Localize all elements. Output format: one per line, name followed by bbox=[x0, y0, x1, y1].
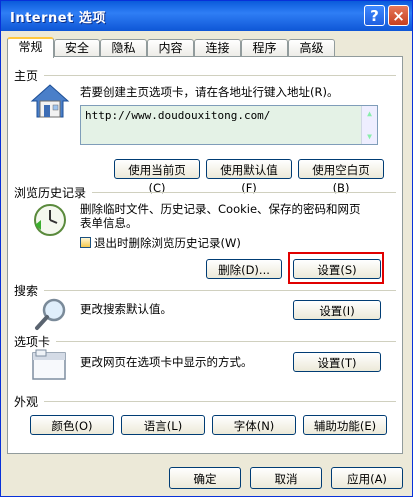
cancel-button[interactable]: 取消 bbox=[250, 467, 322, 489]
colors-button[interactable]: 颜色(O) bbox=[30, 415, 114, 435]
homepage-url-input[interactable]: http://www.doudouxitong.com/ ▲ ▼ bbox=[80, 105, 378, 145]
highlight-frame bbox=[288, 252, 384, 284]
tabs-icon bbox=[32, 349, 66, 380]
close-button[interactable]: × bbox=[388, 5, 409, 26]
history-section-label: 浏览历史记录 bbox=[14, 186, 87, 200]
tabs-divider bbox=[56, 341, 396, 342]
delete-history-button[interactable]: 删除(D)... bbox=[206, 259, 282, 279]
tab-security[interactable]: 安全 bbox=[54, 39, 100, 57]
homepage-description: 若要创建主页选项卡，请在各地址行键入地址(R)。 bbox=[80, 85, 339, 99]
history-divider bbox=[92, 192, 396, 193]
use-current-button[interactable]: 使用当前页(C) bbox=[114, 159, 200, 195]
tab-privacy[interactable]: 隐私 bbox=[100, 39, 147, 57]
fonts-button[interactable]: 字体(N) bbox=[212, 415, 296, 435]
apply-button[interactable]: 应用(A) bbox=[331, 467, 403, 489]
scroll-down-icon[interactable]: ▼ bbox=[362, 129, 377, 144]
history-description-line2: 表单信息。 bbox=[80, 216, 138, 230]
homepage-url-text: http://www.doudouxitong.com/ bbox=[85, 109, 271, 122]
magnifier-icon bbox=[35, 298, 66, 330]
help-button[interactable]: ? bbox=[364, 5, 385, 26]
tab-content[interactable]: 内容 bbox=[147, 39, 194, 57]
tab-general[interactable]: 常规 bbox=[7, 37, 54, 58]
internet-options-dialog: Internet 选项 ? × 常规 安全 隐私 内容 连接 程序 高级 主页 … bbox=[0, 0, 413, 497]
use-default-button[interactable]: 使用默认值(F) bbox=[206, 159, 292, 195]
tab-programs[interactable]: 程序 bbox=[241, 39, 288, 57]
tabs-section-label: 选项卡 bbox=[14, 335, 51, 349]
delete-on-exit-checkbox[interactable] bbox=[80, 237, 91, 248]
homepage-divider bbox=[44, 75, 396, 76]
use-blank-button[interactable]: 使用空白页(B) bbox=[298, 159, 384, 195]
tabs-description: 更改网页在选项卡中显示的方式。 bbox=[80, 355, 253, 369]
search-description: 更改搜索默认值。 bbox=[80, 302, 172, 316]
appearance-divider bbox=[44, 401, 396, 402]
accessibility-button[interactable]: 辅助功能(E) bbox=[303, 415, 387, 435]
title-bar[interactable]: Internet 选项 ? × bbox=[1, 1, 412, 31]
url-scrollbar[interactable]: ▲ ▼ bbox=[361, 106, 377, 144]
languages-button[interactable]: 语言(L) bbox=[121, 415, 205, 435]
tab-connections[interactable]: 连接 bbox=[194, 39, 241, 57]
appearance-section-label: 外观 bbox=[14, 395, 39, 409]
history-clock-icon bbox=[34, 204, 66, 236]
ok-button[interactable]: 确定 bbox=[169, 467, 241, 489]
homepage-section-label: 主页 bbox=[14, 69, 39, 83]
delete-on-exit-label: 退出时删除浏览历史记录(W) bbox=[94, 236, 241, 250]
home-icon bbox=[30, 84, 70, 118]
history-description-line1: 删除临时文件、历史记录、Cookie、保存的密码和网页 bbox=[80, 202, 361, 216]
search-divider bbox=[44, 290, 396, 291]
scroll-up-icon[interactable]: ▲ bbox=[362, 106, 377, 121]
tabs-settings-button[interactable]: 设置(T) bbox=[293, 352, 381, 372]
tab-advanced[interactable]: 高级 bbox=[288, 39, 335, 57]
window-title: Internet 选项 bbox=[10, 11, 106, 26]
search-settings-button[interactable]: 设置(I) bbox=[293, 300, 381, 320]
